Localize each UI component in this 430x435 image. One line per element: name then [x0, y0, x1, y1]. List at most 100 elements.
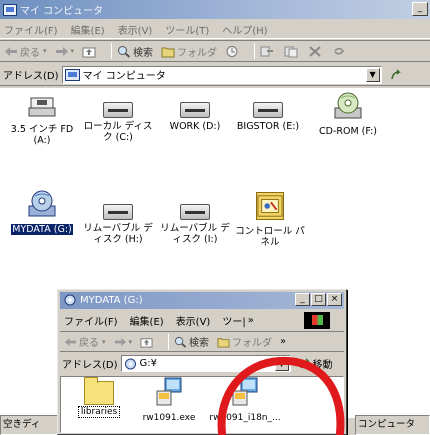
hard-disk-icon — [103, 102, 133, 118]
control-panel-icon — [256, 192, 284, 220]
address-label: アドレス(D) — [62, 360, 118, 371]
back-button[interactable]: 戻る ▾ — [4, 44, 47, 59]
drive-label: WORK (D:) — [169, 121, 221, 132]
toolbar-separator — [168, 333, 170, 350]
search-button[interactable]: 検索 — [174, 334, 209, 349]
drive-cdrom-f[interactable]: CD-ROM (F:) — [306, 92, 390, 137]
copy-to-button[interactable] — [284, 45, 300, 58]
chevron-down-icon[interactable]: ▾ — [129, 338, 133, 346]
search-label: 検索 — [189, 338, 210, 349]
back-arrow-icon — [64, 337, 77, 346]
red-highlight-circle — [217, 356, 345, 435]
menu-more-chevron[interactable]: » — [248, 315, 254, 326]
menu-view[interactable]: 表示(V) — [118, 22, 153, 37]
toolbar: 戻る ▾ ▾ 検索 フォルダ — [0, 40, 430, 62]
undo-button[interactable] — [332, 45, 348, 58]
cd-icon — [124, 358, 136, 369]
inner-menu-bar: ファイル(F) 編集(E) 表示(V) ツー| » — [60, 311, 344, 330]
toolbar-more-chevron[interactable]: » — [280, 336, 286, 347]
inner-toolbar: 戻る ▾ ▾ 検索 フォルダ » — [60, 331, 344, 352]
menu-edit[interactable]: 編集(E) — [130, 313, 164, 328]
title-bar[interactable]: マイ コンピュータ _ — [0, 0, 430, 19]
address-label: アドレス(D) — [3, 71, 59, 82]
menu-bar: ファイル(F) 編集(E) 表示(V) ツール(T) ヘルプ(H) — [0, 20, 430, 39]
inner-window-title: MYDATA (G:) — [80, 295, 143, 306]
address-dropdown-button[interactable]: ▼ — [365, 67, 380, 82]
folders-icon — [161, 47, 175, 57]
drive-label: ローカル ディスク (C:) — [83, 121, 153, 143]
move-to-icon — [260, 46, 274, 56]
search-icon — [118, 45, 131, 58]
menu-view[interactable]: 表示(V) — [176, 313, 211, 328]
address-value: マイ コンピュータ — [82, 71, 166, 82]
chevron-down-icon[interactable]: ▾ — [43, 47, 47, 55]
up-folder-icon — [82, 47, 96, 57]
drive-removable-h[interactable]: リムーバブル ディスク (H:) — [80, 198, 156, 245]
status-zone: コンピュータ — [355, 415, 430, 435]
back-label: 戻る — [20, 47, 40, 59]
copy-to-icon — [284, 46, 298, 57]
folders-button[interactable]: フォルダ — [161, 44, 217, 59]
chevron-down-icon[interactable]: ▾ — [102, 338, 106, 346]
file-item-rw1091-exe[interactable]: rw1091.exe — [141, 377, 197, 424]
hard-disk-icon — [180, 102, 210, 118]
drive-bigstor-e[interactable]: BIGSTOR (E:) — [230, 96, 306, 132]
drive-label: リムーバブル ディスク (I:) — [160, 223, 230, 245]
back-button[interactable]: 戻る ▾ — [64, 334, 106, 349]
forward-arrow-icon — [114, 337, 126, 346]
floppy-icon — [28, 97, 56, 117]
forward-button[interactable]: ▾ — [114, 336, 133, 348]
drive-label: リムーバブル ディスク (H:) — [83, 223, 153, 245]
computer-icon — [3, 3, 17, 16]
drive-label: BIGSTOR (E:) — [236, 121, 300, 132]
go-arrow-icon[interactable] — [390, 68, 402, 81]
back-arrow-icon — [5, 46, 17, 56]
installer-icon — [156, 377, 182, 406]
removable-disk-icon — [180, 204, 210, 220]
cd-icon — [334, 92, 362, 119]
cd-icon — [28, 190, 56, 217]
history-icon — [226, 45, 238, 57]
file-label: libraries — [77, 406, 121, 418]
move-to-button[interactable] — [260, 45, 276, 58]
maximize-button[interactable]: □ — [311, 293, 326, 306]
history-button[interactable] — [225, 45, 241, 58]
drive-local-c[interactable]: ローカル ディスク (C:) — [80, 96, 156, 143]
folders-button[interactable]: フォルダ — [217, 334, 272, 349]
menu-file[interactable]: ファイル(F) — [4, 22, 58, 37]
drive-floppy-a[interactable]: 3.5 インチ FD (A:) — [4, 96, 80, 146]
drive-mydata-g[interactable]: MYDATA (G:) — [2, 190, 82, 235]
folder-icon — [84, 377, 114, 405]
cd-icon — [64, 294, 76, 306]
drive-label: コントロール パネル — [235, 226, 305, 248]
menu-help[interactable]: ヘルプ(H) — [222, 22, 267, 37]
menu-tools[interactable]: ツール(T) — [165, 22, 209, 37]
up-folder-button[interactable] — [140, 336, 155, 348]
address-field[interactable]: マイ コンピュータ ▼ — [61, 65, 382, 84]
control-panel[interactable]: コントロール パネル — [232, 192, 308, 248]
delete-icon — [309, 45, 321, 57]
delete-button[interactable] — [308, 45, 324, 58]
drive-work-d[interactable]: WORK (D:) — [157, 96, 233, 132]
menu-tools[interactable]: ツー| — [222, 313, 245, 328]
drive-label: CD-ROM (F:) — [318, 126, 377, 137]
forward-button[interactable]: ▾ — [55, 45, 75, 58]
menu-edit[interactable]: 編集(E) — [71, 22, 105, 37]
close-button[interactable]: × — [327, 293, 342, 306]
address-bar: アドレス(D) マイ コンピュータ ▼ — [0, 64, 430, 86]
undo-icon — [334, 47, 344, 54]
search-button[interactable]: 検索 — [117, 44, 153, 59]
minimize-button[interactable]: _ — [295, 293, 310, 306]
address-value: G:¥ — [139, 358, 157, 369]
status-free-space: 空きディ — [0, 415, 60, 435]
back-label: 戻る — [79, 338, 99, 349]
drive-removable-i[interactable]: リムーバブル ディスク (I:) — [157, 198, 233, 245]
menu-file[interactable]: ファイル(F) — [64, 313, 118, 328]
up-folder-button[interactable] — [82, 45, 98, 58]
inner-title-bar[interactable]: MYDATA (G:) _ □ × — [60, 292, 344, 309]
search-icon — [174, 336, 187, 348]
toolbar-separator — [254, 43, 256, 59]
minimize-button[interactable]: _ — [412, 2, 428, 16]
chevron-down-icon[interactable]: ▾ — [71, 47, 75, 55]
file-item-libraries[interactable]: libraries — [77, 377, 121, 418]
